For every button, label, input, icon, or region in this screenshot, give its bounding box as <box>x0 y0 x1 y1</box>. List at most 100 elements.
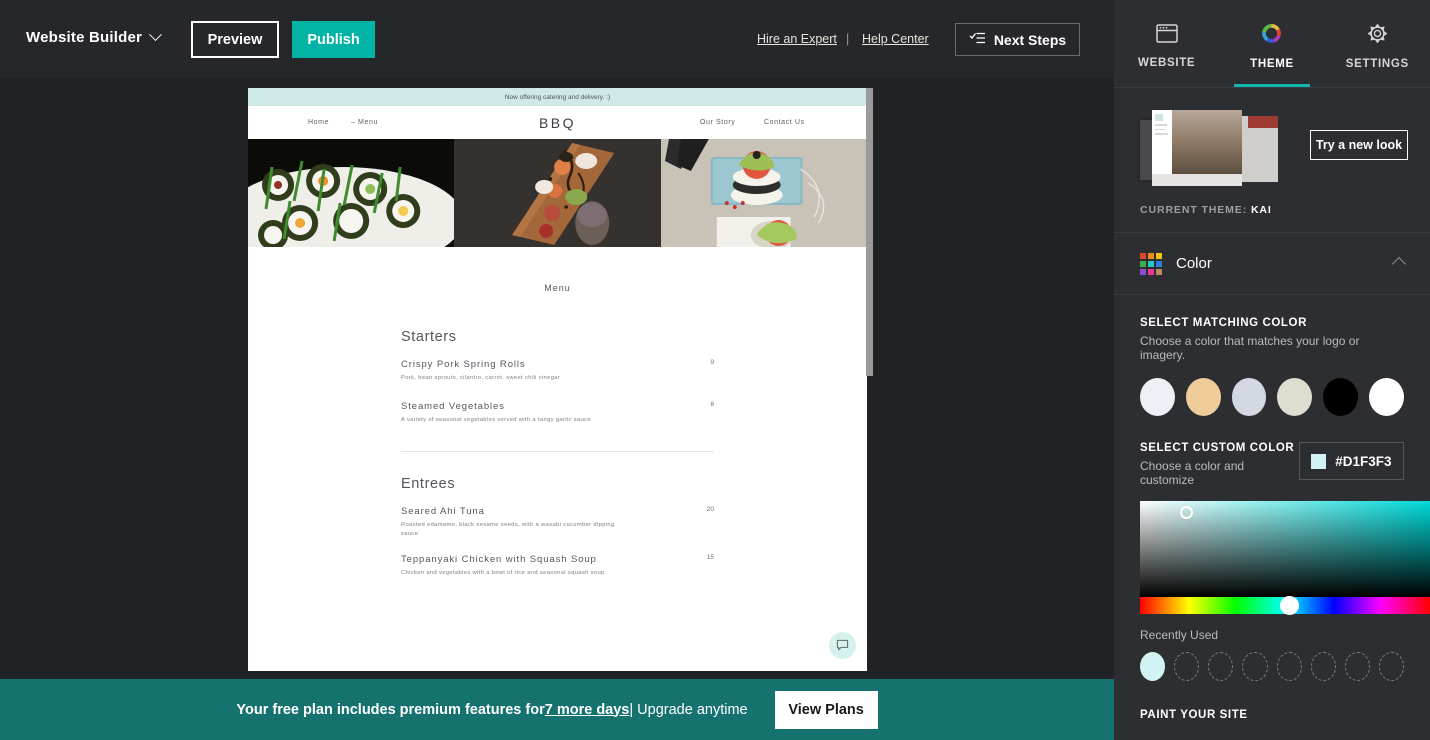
color-section-body: SELECT MATCHING COLOR Choose a color tha… <box>1114 295 1430 721</box>
tab-website[interactable]: WEBSITE <box>1114 0 1219 87</box>
menu-item: Teppanyaki Chicken with Squash Soup Chic… <box>401 554 714 578</box>
menu-item-name: Seared Ahi Tuna <box>401 505 485 517</box>
free-plan-promo-banner: Your free plan includes premium features… <box>0 679 1114 740</box>
custom-color-row: SELECT CUSTOM COLOR Choose a color and c… <box>1140 442 1404 487</box>
website-builder-label: Website Builder <box>26 29 143 46</box>
menu-item-price: 9 <box>710 359 714 366</box>
panel-tabs: WEBSITE THEME SETTINGS <box>1114 0 1430 88</box>
custom-color-label: SELECT CUSTOM COLOR <box>1140 442 1295 454</box>
right-panel: WEBSITE THEME SETTINGS Try a new look CU… <box>1114 0 1430 740</box>
menu-item-description: Roasted edamame, black sesame seeds, wit… <box>401 521 615 537</box>
matching-color-sub: Choose a color that matches your logo or… <box>1140 334 1360 362</box>
menu-item-description: Pork, bean sprouts, cilantro, carrot, sw… <box>401 375 561 381</box>
theme-thumb-photo <box>1172 110 1242 182</box>
custom-color-text: SELECT CUSTOM COLOR Choose a color and c… <box>1140 442 1299 487</box>
preview-button[interactable]: Preview <box>191 21 279 58</box>
hero-image-sushi-rolls[interactable] <box>248 139 455 247</box>
matching-color-label: SELECT MATCHING COLOR <box>1140 317 1307 329</box>
help-center-link[interactable]: Help Center <box>862 32 929 46</box>
preview-menu-section: Starters Crispy Pork Spring Rolls Pork, … <box>401 329 714 425</box>
checklist-icon <box>969 31 986 48</box>
current-theme-block: Try a new look CURRENT THEME: KAI <box>1114 88 1430 233</box>
saturation-value-handle[interactable] <box>1180 506 1193 519</box>
section-heading: Starters <box>401 329 457 345</box>
saturation-value-picker[interactable] <box>1140 501 1430 597</box>
color-swatch[interactable] <box>1140 378 1175 416</box>
tab-settings-label: SETTINGS <box>1345 58 1409 70</box>
theme-thumb-accent <box>1248 116 1278 128</box>
chat-bubble-icon[interactable] <box>829 632 856 659</box>
top-toolbar: Website Builder Preview Publish Hire an … <box>0 0 1114 78</box>
color-section-title: Color <box>1176 255 1212 272</box>
paint-your-site-label: PAINT YOUR SITE <box>1140 709 1248 721</box>
preview-nav-contact[interactable]: Contact Us <box>764 119 805 126</box>
menu-item-description: Chicken and vegetables with a bowl of ri… <box>401 569 605 576</box>
promo-days-link[interactable]: 7 more days <box>545 702 630 718</box>
theme-thumbnail[interactable] <box>1140 110 1278 186</box>
color-swatch[interactable] <box>1277 378 1313 416</box>
gear-icon <box>1367 23 1388 49</box>
preview-hero-gallery[interactable] <box>248 139 867 247</box>
color-swatch[interactable] <box>1231 378 1267 416</box>
chevron-down-icon <box>149 28 162 42</box>
custom-color-sub: Choose a color and customize <box>1140 459 1245 487</box>
preview-page-body: Menu Starters Crispy Pork Spring Rolls P… <box>248 247 867 578</box>
chevron-up-icon[interactable] <box>1391 256 1407 272</box>
color-swatch[interactable] <box>1369 378 1404 416</box>
website-builder-menu[interactable]: Website Builder <box>26 28 162 46</box>
toolbar-separator: | <box>846 32 850 46</box>
hex-color-field[interactable]: #D1F3F3 <box>1299 442 1404 480</box>
color-swatch[interactable] <box>1185 378 1221 416</box>
publish-button[interactable]: Publish <box>292 21 375 58</box>
tab-theme-label: THEME <box>1250 58 1294 70</box>
hue-slider-handle[interactable] <box>1280 596 1299 615</box>
section-divider <box>401 450 714 452</box>
try-a-new-look-button[interactable]: Try a new look <box>1310 130 1408 160</box>
next-steps-button[interactable]: Next Steps <box>955 23 1080 56</box>
menu-item-description: A variety of seasonal vegetables served … <box>401 416 591 423</box>
view-plans-button[interactable]: View Plans <box>774 690 878 729</box>
hex-color-chip <box>1311 453 1327 469</box>
menu-item-name: Crispy Pork Spring Rolls <box>401 359 526 370</box>
menu-item-name: Teppanyaki Chicken with Squash Soup <box>401 553 597 565</box>
promo-text-before: Your free plan includes premium features… <box>236 701 545 718</box>
next-steps-label: Next Steps <box>993 31 1067 48</box>
current-theme-name: KAI <box>1250 204 1272 216</box>
recent-color-swatch[interactable] <box>1140 652 1166 681</box>
theme-thumb-sidebar <box>1152 110 1172 182</box>
menu-item-name: Steamed Vegetables <box>401 400 505 412</box>
recent-color-swatch[interactable] <box>1378 652 1404 681</box>
preview-nav-our-story[interactable]: Our Story <box>700 119 735 126</box>
hue-slider[interactable] <box>1140 596 1430 615</box>
announcement-text: Now offering catering and delivery. :) <box>504 93 611 101</box>
recent-color-swatch[interactable] <box>1310 652 1336 681</box>
editor-canvas: Website Builder Preview Publish Hire an … <box>0 0 1114 740</box>
preview-menu-section: Entrees Seared Ahi Tuna Roasted edamame,… <box>401 476 714 578</box>
hero-image-plated-dish[interactable] <box>454 139 661 247</box>
color-section-header[interactable]: Color <box>1114 233 1430 295</box>
website-preview-frame[interactable]: Now offering catering and delivery. :) H… <box>248 88 867 671</box>
color-wheel-icon <box>1261 23 1282 49</box>
recent-color-swatch[interactable] <box>1174 652 1200 681</box>
preview-scrollbar[interactable] <box>866 88 873 376</box>
tab-settings[interactable]: SETTINGS <box>1325 0 1430 87</box>
browser-window-icon <box>1155 24 1178 48</box>
tab-theme[interactable]: THEME <box>1219 0 1324 87</box>
preview-announcement-bar[interactable]: Now offering catering and delivery. :) <box>248 88 867 106</box>
recent-color-swatch[interactable] <box>1208 652 1234 681</box>
hero-image-sushi-tower[interactable] <box>660 139 867 247</box>
hire-an-expert-link[interactable]: Hire an Expert <box>757 32 837 46</box>
theme-thumb-footer <box>1152 174 1242 186</box>
menu-item-price: 8 <box>710 400 714 408</box>
recent-color-swatch[interactable] <box>1276 652 1302 681</box>
preview-navbar: Home – Menu BBQ Our Story Contact Us <box>248 106 867 139</box>
recently-used-label: Recently Used <box>1140 628 1219 642</box>
recent-color-swatch[interactable] <box>1344 652 1370 681</box>
section-heading: Entrees <box>401 475 456 492</box>
color-swatch[interactable] <box>1323 378 1359 416</box>
recent-color-swatch[interactable] <box>1242 652 1268 681</box>
menu-item: Crispy Pork Spring Rolls Pork, bean spro… <box>401 359 714 383</box>
theme-thumb-main <box>1152 110 1242 182</box>
menu-item-price: 20 <box>706 505 714 513</box>
promo-text-after: | Upgrade anytime <box>629 701 748 718</box>
